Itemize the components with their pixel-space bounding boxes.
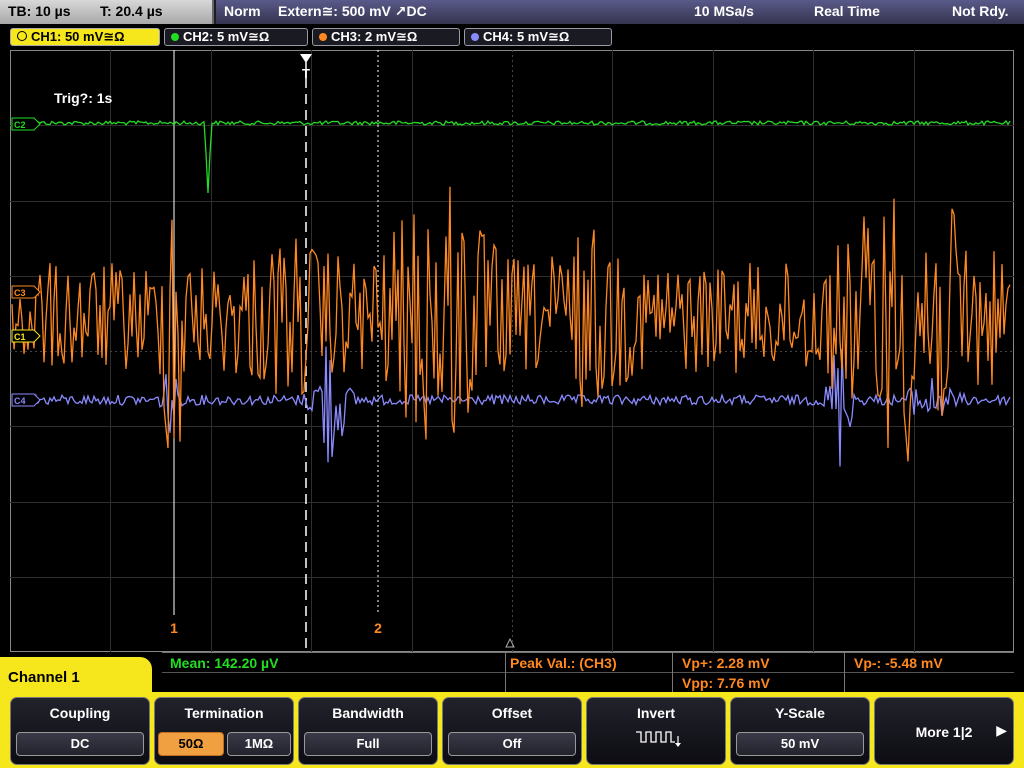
trigger-time-value: T: 20.4 µs: [100, 3, 163, 19]
offset-value[interactable]: Off: [448, 732, 576, 756]
arrow-right-icon: ▶: [996, 722, 1007, 738]
yscale-value[interactable]: 50 mV: [736, 732, 864, 756]
tab-ch1[interactable]: CH1: 50 mV≅Ω: [10, 28, 160, 46]
termination-title: Termination: [184, 705, 264, 721]
coupling-title: Coupling: [49, 705, 111, 721]
termination-1m-option[interactable]: 1MΩ: [227, 732, 291, 756]
ch4-level-marker[interactable]: C4: [11, 393, 41, 407]
ch4-marker-label: C4: [14, 396, 26, 406]
tab-ch2[interactable]: CH2: 5 mV≅Ω: [164, 28, 308, 46]
measurement-divider-3: [844, 653, 845, 693]
trigger-info-label: Trig?: 1s: [54, 90, 113, 106]
offset-softkey[interactable]: Offset Off: [442, 697, 582, 765]
peak-value-label: Peak Val.: (CH3): [510, 655, 617, 671]
more-softkey[interactable]: More 1|2 ▶: [874, 697, 1014, 765]
acquisition-mode: Real Time: [814, 3, 880, 19]
bandwidth-title: Bandwidth: [332, 705, 404, 721]
bandwidth-value[interactable]: Full: [304, 732, 432, 756]
termination-50-option[interactable]: 50Ω: [158, 732, 224, 756]
coupling-softkey[interactable]: Coupling DC: [10, 697, 150, 765]
bandwidth-softkey[interactable]: Bandwidth Full: [298, 697, 438, 765]
measurement-divider-2: [672, 653, 673, 693]
mean-measurement: Mean: 142.20 µV: [170, 655, 279, 671]
tab-ch4[interactable]: CH4: 5 mV≅Ω: [464, 28, 612, 46]
ch3-label: CH3: 2 mV≅Ω: [331, 29, 418, 44]
yscale-softkey[interactable]: Y-Scale 50 mV: [730, 697, 870, 765]
acquisition-panel[interactable]: Norm Extern≅: 500 mV ↗DC 10 MSa/s Real T…: [216, 0, 1024, 24]
cursor-1-label: 1: [170, 620, 178, 636]
ch3-dot-icon: [319, 33, 327, 41]
measurement-panel[interactable]: Mean: 142.20 µV Peak Val.: (CH3) Vp+: 2.…: [162, 652, 1014, 693]
ch1-level-marker[interactable]: C1: [11, 329, 41, 343]
ch2-level-marker[interactable]: C2: [11, 117, 41, 131]
vp-minus-measurement: Vp-: -5.48 mV: [854, 655, 943, 671]
measurement-row-divider: [162, 672, 1014, 673]
ch4-dot-icon: [471, 33, 479, 41]
ch1-marker-label: C1: [14, 332, 26, 342]
trigger-marker: T: [302, 66, 310, 81]
timebase-value: TB: 10 µs: [8, 3, 71, 19]
sample-rate: 10 MSa/s: [694, 3, 754, 19]
vpp-measurement: Vpp: 7.76 mV: [682, 675, 770, 691]
ch2-dot-icon: [171, 33, 179, 41]
ch4-label: CH4: 5 mV≅Ω: [483, 29, 570, 44]
trigger-mode: Norm: [224, 3, 261, 19]
trigger-source: Extern≅: 500 mV ↗DC: [278, 3, 427, 19]
termination-softkey[interactable]: Termination 50Ω 1MΩ: [154, 697, 294, 765]
waveform-display[interactable]: T 1 2 C2 C3 C1 C4: [10, 50, 1014, 652]
measurement-divider-1: [505, 653, 506, 693]
more-title: More 1|2: [915, 724, 973, 740]
waveform-svg: T 1 2 C2 C3 C1 C4: [10, 50, 1014, 652]
invert-softkey[interactable]: Invert: [586, 697, 726, 765]
cursor-2-label: 2: [374, 620, 382, 636]
acquisition-state: Not Rdy.: [952, 3, 1009, 19]
tab-ch3[interactable]: CH3: 2 mV≅Ω: [312, 28, 460, 46]
invert-title: Invert: [636, 705, 676, 721]
status-bar: TB: 10 µs T: 20.4 µs Norm Extern≅: 500 m…: [0, 0, 1024, 24]
coupling-value[interactable]: DC: [16, 732, 144, 756]
ch1-label: CH1: 50 mV≅Ω: [31, 29, 125, 44]
ch2-marker-label: C2: [14, 120, 26, 130]
ch2-label: CH2: 5 mV≅Ω: [183, 29, 270, 44]
offset-title: Offset: [491, 705, 533, 721]
ch3-marker-label: C3: [14, 288, 26, 298]
vp-plus-measurement: Vp+: 2.28 mV: [682, 655, 770, 671]
ch3-level-marker[interactable]: C3: [11, 285, 41, 299]
pulse-icon: [636, 731, 681, 747]
yscale-title: Y-Scale: [775, 705, 825, 721]
timebase-panel[interactable]: TB: 10 µs T: 20.4 µs: [0, 0, 214, 24]
ch1-dot-icon: [17, 31, 27, 41]
